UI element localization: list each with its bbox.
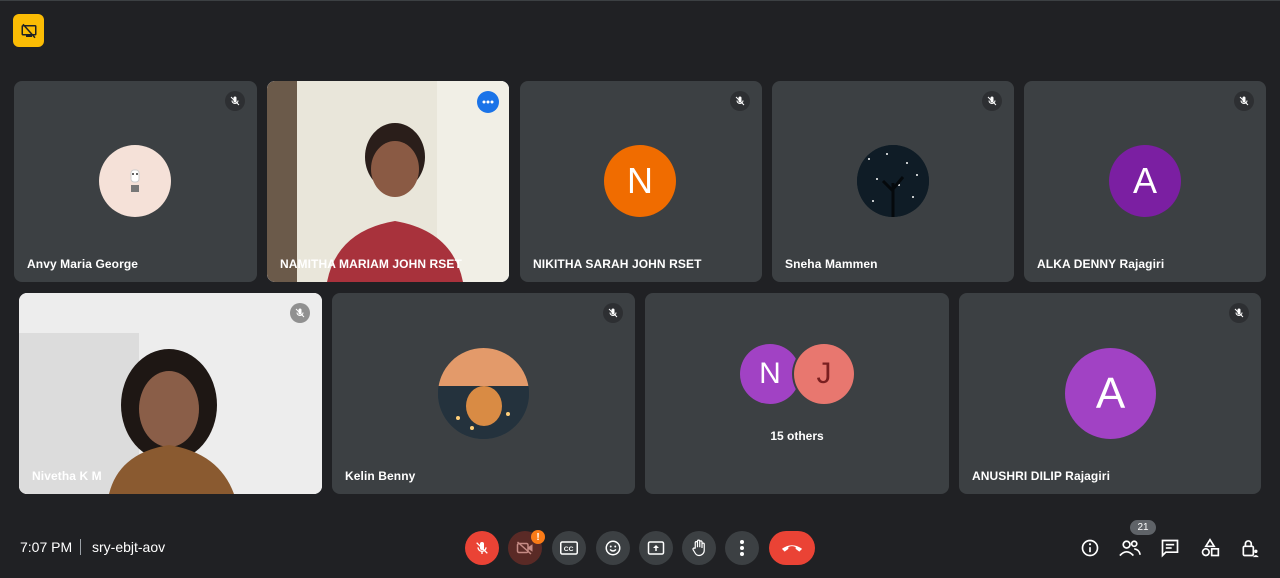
participant-tile[interactable]: Sneha Mammen [772,81,1014,282]
participant-tile[interactable]: Kelin Benny [332,293,635,494]
end-call-button[interactable] [769,531,815,565]
avatar [857,145,929,217]
participant-name: NAMITHA MARIAM JOHN RSET [280,257,462,271]
activities-icon [1201,538,1220,557]
camera-alert-badge: ! [531,530,545,544]
participant-name: NIKITHA SARAH JOHN RSET [533,257,702,271]
chat-icon [1161,539,1179,558]
raise-hand-button[interactable] [682,531,716,565]
avatar [99,145,171,217]
participant-tile[interactable]: A ALKA DENNY Rajagiri [1024,81,1266,282]
participant-tile[interactable]: Anvy Maria George [14,81,257,282]
participant-name: Nivetha K M [32,469,102,483]
top-divider [0,0,1280,1]
hand-icon [692,539,705,557]
screen-off-icon [21,23,36,38]
participant-name: ANUSHRI DILIP Rajagiri [972,469,1111,483]
others-tile[interactable]: N J 15 others [645,293,949,494]
participant-tile-active[interactable]: NAMITHA MARIAM JOHN RSET [267,81,509,282]
host-controls-button[interactable] [1236,534,1264,562]
mic-off-icon [1229,303,1249,323]
more-vert-icon [740,540,744,556]
emoji-icon [605,540,621,556]
participant-tile[interactable]: N NIKITHA SARAH JOHN RSET [520,81,762,282]
people-icon [1119,540,1141,557]
avatar [438,348,529,439]
meeting-code: sry-ebjt-aov [92,539,166,555]
participant-name: Sneha Mammen [785,257,878,271]
avatar: A [1065,348,1156,439]
present-icon [647,541,665,555]
bottom-bar: 7:07 PM sry-ebjt-aov ! CC 21 [0,520,1280,578]
avatar: N [604,145,676,217]
svg-text:CC: CC [564,546,574,553]
reactions-button[interactable] [596,531,630,565]
participant-name: ALKA DENNY Rajagiri [1037,257,1165,271]
more-options-icon[interactable] [477,91,499,113]
mic-off-icon [476,542,488,554]
divider [80,539,81,555]
presentation-off-indicator[interactable] [13,14,44,47]
people-button[interactable] [1116,534,1144,562]
meeting-time: 7:07 PM [20,539,73,555]
mic-off-icon [730,91,750,111]
avatar: J [794,344,854,404]
mic-toggle-button[interactable] [465,531,499,565]
present-screen-button[interactable] [639,531,673,565]
mic-off-icon [603,303,623,323]
mic-off-icon [225,91,245,111]
mic-off-icon [1234,91,1254,111]
avatar: A [1109,145,1181,217]
captions-button[interactable]: CC [552,531,586,565]
chat-button[interactable] [1156,534,1184,562]
participant-name: Kelin Benny [345,469,416,483]
participant-tile[interactable]: Nivetha K M [19,293,322,494]
info-icon [1081,539,1099,557]
avatar: N [740,344,800,404]
others-count-label: 15 others [770,429,824,443]
participant-video [19,293,322,494]
participant-video [267,81,509,282]
participant-tile[interactable]: A ANUSHRI DILIP Rajagiri [959,293,1261,494]
participant-name: Anvy Maria George [27,257,139,271]
hang-up-icon [781,545,803,552]
people-count-badge: 21 [1130,520,1156,535]
captions-icon: CC [560,541,578,555]
meeting-details-button[interactable] [1076,534,1104,562]
lock-person-icon [1242,540,1259,558]
mic-off-icon [982,91,1002,111]
mic-off-icon [290,303,310,323]
camera-off-icon [516,541,533,555]
activities-button[interactable] [1196,534,1224,562]
more-options-button[interactable] [725,531,759,565]
